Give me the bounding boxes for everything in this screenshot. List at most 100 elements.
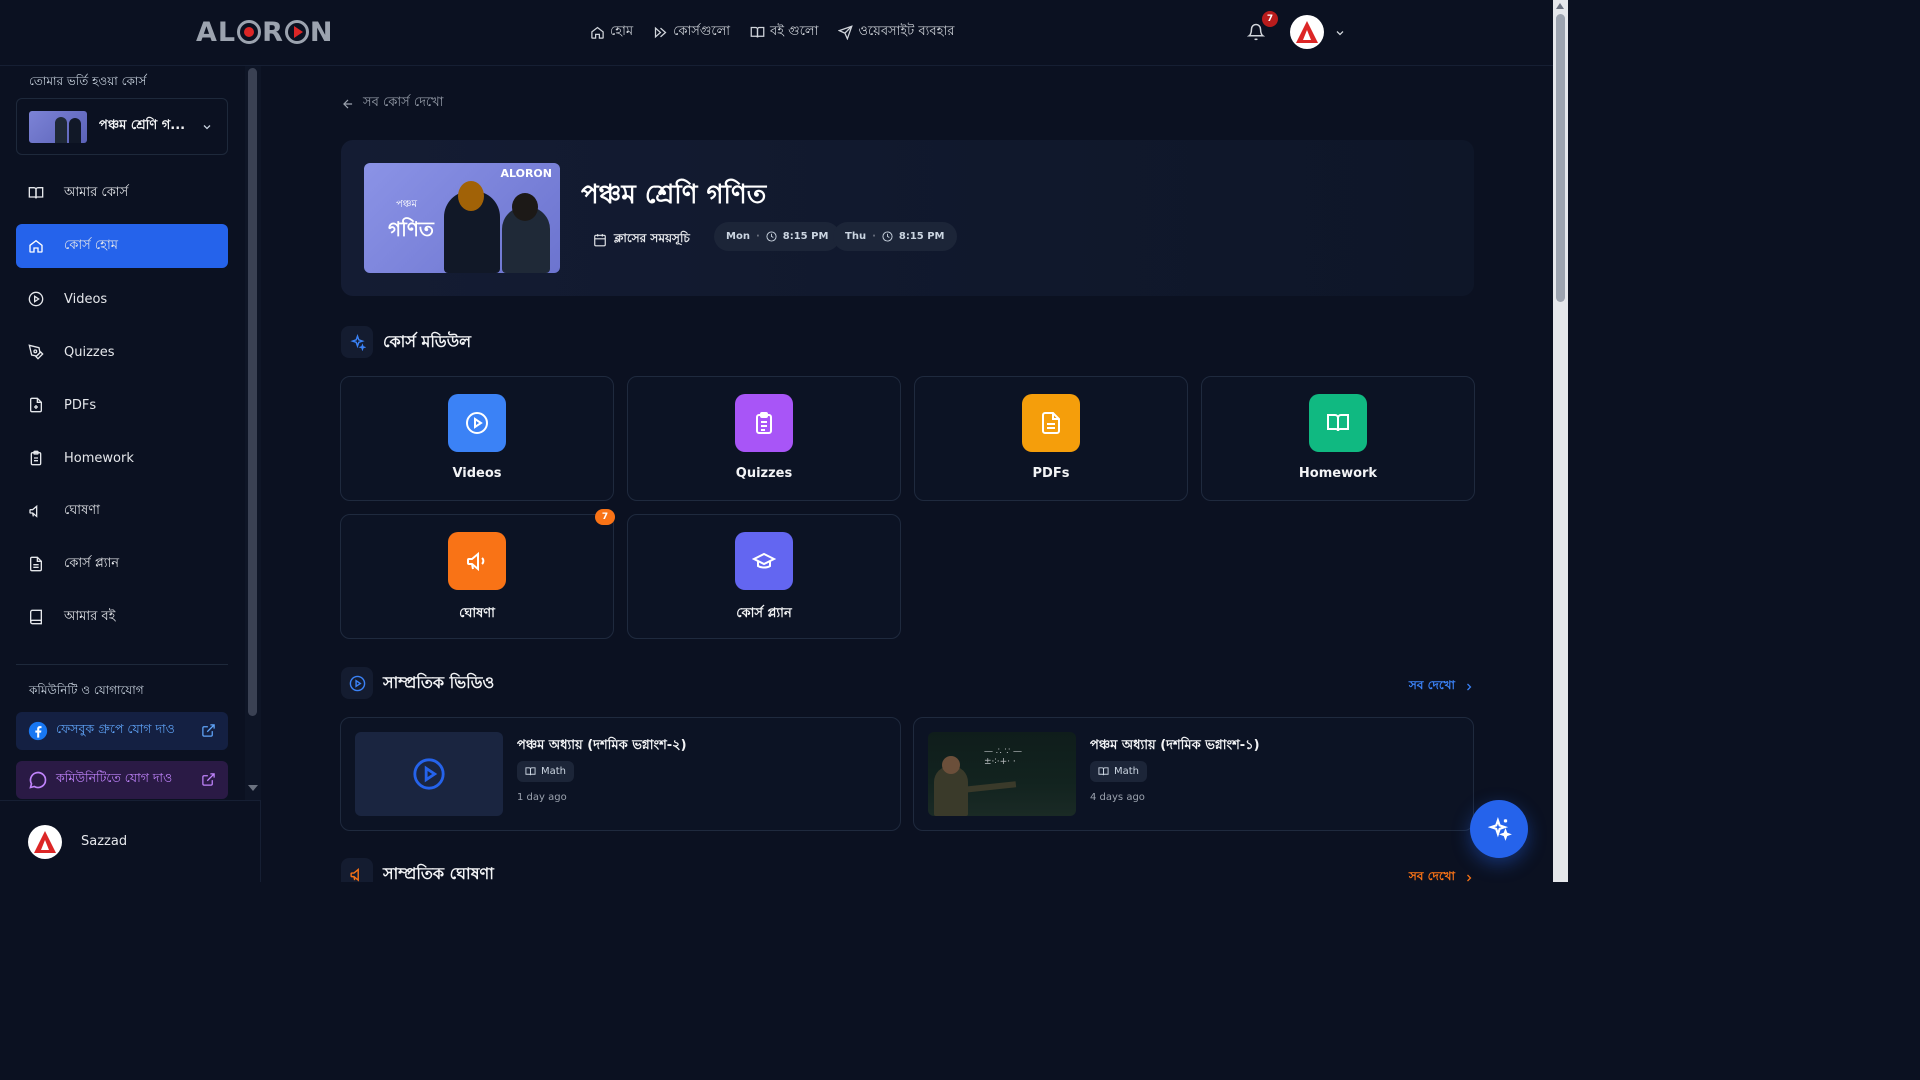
pen-tool-icon: [28, 344, 44, 360]
schedule-label-text: ক্লাসের সময়সূচি: [614, 231, 690, 245]
module-label: PDFs: [1032, 466, 1070, 481]
sidebar-item-pdfs[interactable]: PDFs: [16, 383, 228, 427]
schedule-time: 8:15 PM: [782, 231, 829, 242]
module-tile: [735, 394, 793, 452]
subject-tag-label: Math: [1114, 766, 1140, 777]
video-card[interactable]: পঞ্চম অধ্যায় (দশমিক ভগ্নাংশ-২) Math 1 d…: [340, 717, 901, 831]
aloron-avatar-logo: [34, 831, 56, 853]
megaphone-icon: [29, 504, 38, 518]
announcement-count-badge: 7: [595, 509, 615, 525]
clock-icon: [882, 231, 893, 242]
nav-courses-label: কোর্সগুলো: [673, 24, 731, 39]
ai-assistant-button[interactable]: [1470, 800, 1528, 858]
clipboard-icon: [756, 412, 772, 434]
facebook-icon: [28, 721, 48, 741]
sidebar-item-course-plan[interactable]: কোর্স প্ল্যান: [16, 542, 228, 586]
sidebar-item-my-courses[interactable]: আমার কোর্স: [16, 171, 228, 215]
chevron-down-icon[interactable]: [1334, 27, 1346, 39]
chevron-down-icon: [203, 125, 211, 130]
nav-books-label: বই গুলো: [770, 24, 819, 39]
user-name: Sazzad: [81, 834, 128, 849]
video-time: 4 days ago: [1090, 792, 1145, 803]
page-scrollbar-thumb[interactable]: [1556, 14, 1565, 302]
chevron-right-icon: [1467, 683, 1472, 691]
module-card-videos[interactable]: Videos: [340, 376, 614, 501]
module-card-course-plan[interactable]: কোর্স প্ল্যান: [627, 514, 901, 639]
bell-icon[interactable]: [1247, 23, 1265, 41]
subject-tag: Math: [517, 761, 575, 782]
nav-website-usage[interactable]: ওয়েবসাইট ব্যবহার: [838, 22, 954, 43]
external-link-icon: [202, 724, 215, 737]
module-label: ঘোষণা: [459, 606, 495, 621]
course-title: পঞ্চম শ্রেণি গণিত: [581, 180, 767, 210]
book-open-icon: [28, 187, 44, 199]
enrolled-courses-heading: তোমার ভর্তি হওয়া কোর্স: [29, 74, 147, 88]
scroll-up-arrow-icon[interactable]: [1556, 3, 1564, 9]
see-all-announcements-link[interactable]: সব দেখো: [1409, 868, 1475, 882]
facebook-group-link[interactable]: ফেসবুক গ্রুপে যোগ দাও: [16, 712, 228, 750]
schedule-time: 8:15 PM: [898, 231, 945, 242]
schedule-day: Thu: [845, 231, 867, 242]
sidebar-scrollbar[interactable]: [245, 66, 261, 800]
module-card-homework[interactable]: Homework: [1201, 376, 1475, 501]
nav-home[interactable]: হোম: [590, 22, 633, 43]
book-icon: [30, 609, 42, 625]
video-card[interactable]: — ∴ ∵ — ±·∶·+· · পঞ্চম অধ্যায় (দশমিক ভগ্…: [913, 717, 1474, 831]
course-selector[interactable]: পঞ্চম শ্রেণি গ...: [16, 98, 228, 155]
back-to-courses-link[interactable]: সব কোর্স দেখো: [341, 93, 443, 114]
clipboard-icon: [30, 450, 42, 466]
megaphone-icon: [467, 551, 485, 572]
module-tile: [1309, 394, 1367, 452]
top-navbar: AL R N হোম কোর্সগুলো বই গুলো ওয়েবসাইট ব্য…: [0, 0, 1553, 66]
nav-courses[interactable]: কোর্সগুলো: [653, 22, 730, 43]
recent-videos-heading: সাম্প্রতিক ভিডিও: [383, 672, 495, 692]
selected-course-name: পঞ্চম শ্রেণি গ...: [99, 118, 186, 133]
sidebar-user[interactable]: Sazzad: [0, 800, 261, 882]
sidebar-item-course-home[interactable]: কোর্স হোম: [16, 224, 228, 268]
see-all-videos-link[interactable]: সব দেখো: [1409, 677, 1475, 697]
banner-line1: পঞ্চম: [396, 199, 418, 210]
book-open-icon: [1327, 414, 1349, 432]
aloron-logo[interactable]: AL R N: [196, 16, 334, 48]
recent-announcements-section-heading: সাম্প্রতিক ঘোষণা: [341, 858, 494, 882]
send-icon: [838, 25, 854, 40]
home-icon: [29, 239, 43, 253]
sidebar-divider: [16, 664, 228, 665]
module-label: Videos: [452, 466, 502, 481]
nav-books[interactable]: বই গুলো: [750, 22, 818, 43]
module-card-pdfs[interactable]: PDFs: [914, 376, 1188, 501]
sidebar-item-announcements[interactable]: ঘোষণা: [16, 489, 228, 533]
sidebar-item-homework[interactable]: Homework: [16, 436, 228, 480]
modules-heading: কোর্স মডিউল: [383, 331, 472, 351]
banner-line2: গণিত: [388, 217, 434, 241]
user-avatar[interactable]: [1290, 15, 1324, 49]
video-thumbnail: [355, 732, 503, 816]
video-thumbnail: — ∴ ∵ — ±·∶·+· ·: [928, 732, 1076, 816]
chat-bubble-icon: [29, 771, 47, 789]
recent-videos-section-heading: সাম্প্রতিক ভিডিও: [341, 667, 494, 699]
sidebar-scroll-area: তোমার ভর্তি হওয়া কোর্স পঞ্চম শ্রেণি গ..…: [0, 66, 245, 800]
sidebar-item-videos[interactable]: Videos: [16, 277, 228, 321]
notification-badge: 7: [1262, 11, 1278, 27]
schedule-pill-mon: Mon · 8:15 PM: [714, 222, 841, 251]
sidebar-item-quizzes[interactable]: Quizzes: [16, 330, 228, 374]
subject-tag-label: Math: [541, 766, 567, 777]
video-title: পঞ্চম অধ্যায় (দশমিক ভগ্নাংশ-২): [517, 738, 687, 753]
page-scrollbar[interactable]: [1553, 0, 1568, 882]
community-link[interactable]: কমিউনিটিতে যোগ দাও: [16, 761, 228, 799]
sidebar-item-my-books[interactable]: আমার বই: [16, 595, 228, 639]
scroll-down-arrow-icon[interactable]: [248, 785, 258, 791]
module-label: কোর্স প্ল্যান: [736, 606, 792, 621]
module-label: Quizzes: [735, 466, 793, 481]
sidebar-item-label: Videos: [64, 291, 108, 307]
main-content: সব কোর্স দেখো ALORON পঞ্চম গণিত পঞ্চম শ্…: [262, 66, 1553, 882]
user-avatar: [28, 825, 62, 859]
community-link-label: কমিউনিটিতে যোগ দাও: [56, 770, 173, 785]
book-open-icon: [525, 767, 536, 776]
play-circle-icon: [413, 758, 445, 790]
sidebar-scrollbar-thumb[interactable]: [248, 68, 257, 716]
module-card-quizzes[interactable]: Quizzes: [627, 376, 901, 501]
sidebar-item-label: ঘোষণা: [64, 502, 100, 518]
course-thumbnail: [29, 110, 87, 143]
module-card-announcements[interactable]: ঘোষণা 7: [340, 509, 615, 639]
